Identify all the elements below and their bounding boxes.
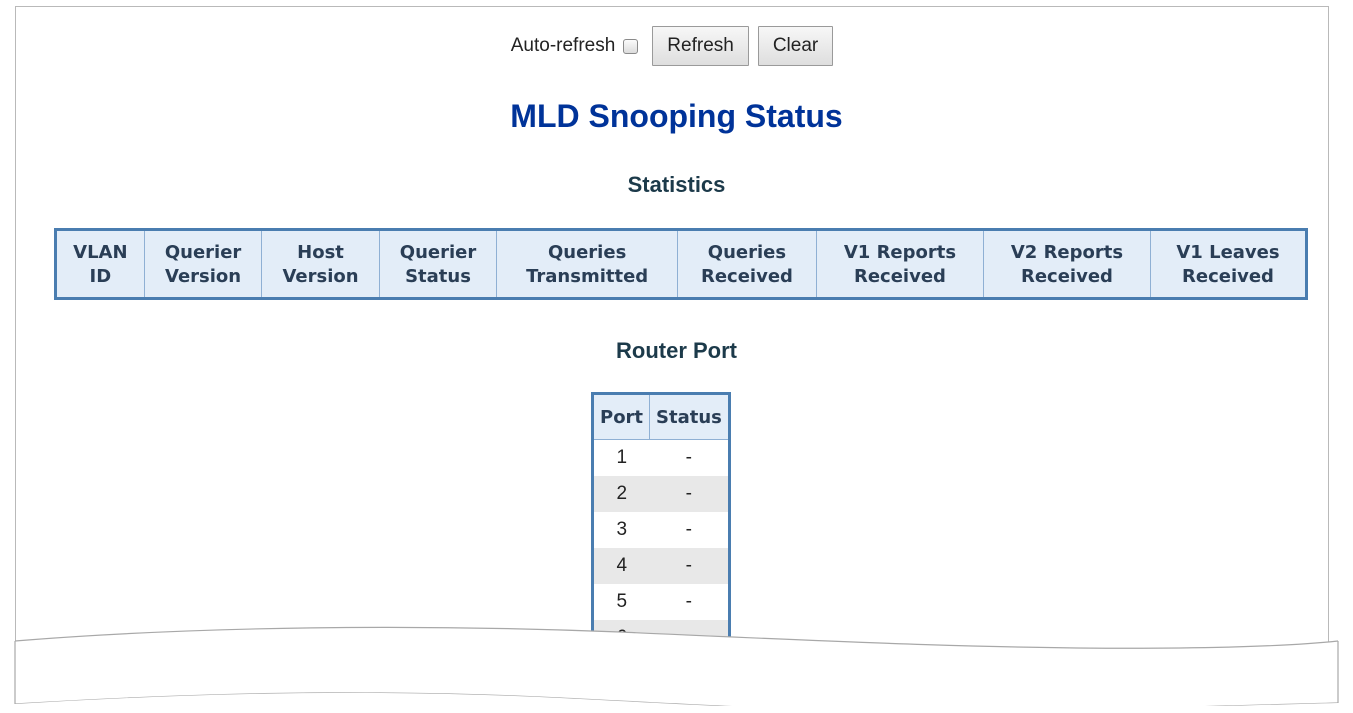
col-v1-leaves-received: V1 Leaves Received — [1149, 229, 1308, 299]
col-querier-status: Querier Status — [378, 229, 498, 299]
clear-button[interactable]: Clear — [757, 26, 834, 66]
auto-refresh-checkbox[interactable] — [623, 38, 639, 54]
col-v1-reports-received: V1 Reports Received — [815, 229, 984, 299]
port-status: - — [649, 476, 730, 512]
router-port-heading: Router Port — [616, 338, 737, 363]
col-queries-received: Queries Received — [676, 229, 817, 299]
col-host-version: Host Version — [261, 229, 380, 299]
col-querier-version: Querier Version — [143, 229, 263, 299]
col-vlan-id: VLAN ID — [55, 229, 145, 299]
router-port-table: Port Status 1 - 2 - 3 - 4 - 5 - 6 - — [591, 392, 731, 659]
router-port-header-row: Port Status — [591, 393, 730, 440]
page-title: MLD Snooping Status — [510, 98, 843, 134]
toolbar: Auto-refresh Refresh Clear — [0, 26, 1353, 66]
port-number: 2 — [592, 476, 650, 512]
col-status: Status — [649, 393, 730, 440]
port-status: - — [649, 584, 730, 620]
port-status: - — [649, 548, 730, 584]
col-queries-transmitted: Queries Transmitted — [496, 229, 678, 299]
auto-refresh-label: Auto-refresh — [510, 35, 616, 56]
table-row: 2 - — [592, 476, 730, 512]
statistics-header-row: VLAN ID Querier Version Host Version Querie… — [55, 229, 1308, 299]
torn-edge-overlay — [0, 626, 1353, 713]
port-number: 1 — [592, 439, 650, 476]
statistics-heading: Statistics — [627, 172, 726, 197]
col-v2-reports-received: V2 Reports Received — [982, 229, 1151, 299]
col-port: Port — [591, 393, 651, 440]
refresh-button[interactable]: Refresh — [652, 26, 749, 66]
table-row: 4 - — [592, 548, 730, 584]
port-status: - — [649, 439, 730, 476]
port-number: 3 — [592, 512, 650, 548]
table-row: 3 - — [592, 512, 730, 548]
port-number: 5 — [592, 584, 650, 620]
table-row: 5 - — [592, 584, 730, 620]
port-status: - — [649, 512, 730, 548]
table-row: 1 - — [592, 439, 730, 476]
port-number: 4 — [592, 548, 650, 584]
statistics-table: VLAN ID Querier Version Host Version Querie… — [54, 228, 1308, 300]
